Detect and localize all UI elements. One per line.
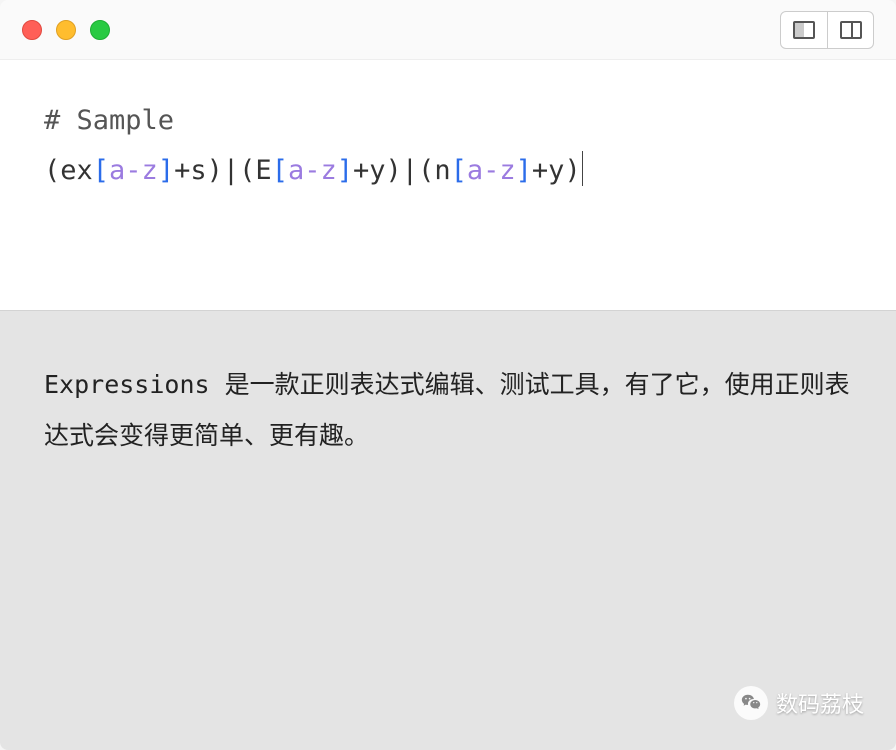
close-button[interactable] — [22, 20, 42, 40]
layout-right-sidebar-button[interactable] — [827, 12, 873, 48]
wechat-icon — [734, 686, 768, 720]
watermark-label: 数码荔枝 — [776, 687, 864, 719]
sidebar-left-icon — [793, 21, 815, 39]
app-window: # Sample (ex[a-z]+s)|(E[a-z]+y)|(n[a-z]+… — [0, 0, 896, 750]
regex-editor[interactable]: # Sample (ex[a-z]+s)|(E[a-z]+y)|(n[a-z]+… — [0, 60, 896, 310]
watermark: 数码荔枝 — [734, 686, 864, 720]
traffic-lights — [22, 20, 110, 40]
maximize-button[interactable] — [90, 20, 110, 40]
layout-toggle-group — [780, 11, 874, 49]
test-text: Expressions 是一款正则表达式编辑、测试工具，有了它，使用正则表达式会… — [44, 370, 850, 450]
layout-left-sidebar-button[interactable] — [781, 12, 827, 48]
test-text-area[interactable]: Expressions 是一款正则表达式编辑、测试工具，有了它，使用正则表达式会… — [0, 310, 896, 750]
minimize-button[interactable] — [56, 20, 76, 40]
editor-comment-line: # Sample — [44, 96, 852, 146]
titlebar — [0, 0, 896, 60]
editor-pattern-line: (ex[a-z]+s)|(E[a-z]+y)|(n[a-z]+y) — [44, 146, 852, 196]
sidebar-right-icon — [840, 21, 862, 39]
